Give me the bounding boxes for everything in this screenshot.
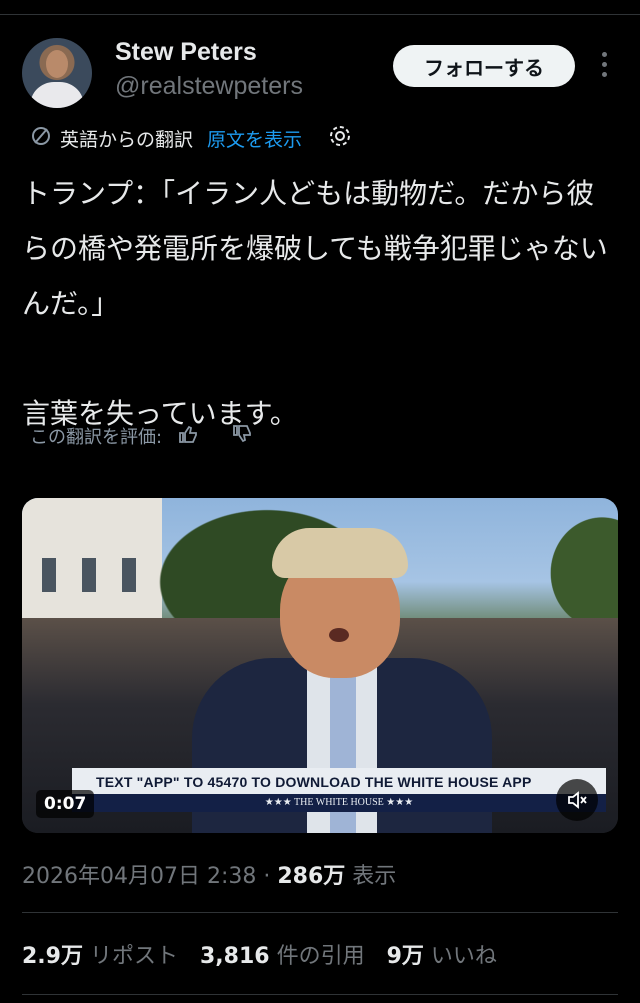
more-vertical-icon[interactable]: [596, 52, 612, 82]
divider: [22, 994, 618, 995]
video-banner: TEXT "APP" TO 45470 TO DOWNLOAD THE WHIT…: [72, 768, 606, 812]
quote-label: 件の引用: [269, 944, 365, 969]
likes-stat[interactable]: 9万 いいね: [387, 938, 497, 970]
translate-icon: [30, 125, 52, 152]
thumbs-down-icon[interactable]: [230, 422, 254, 451]
video-banner-text: TEXT "APP" TO 45470 TO DOWNLOAD THE WHIT…: [96, 774, 532, 790]
meta-separator: ·: [256, 864, 278, 889]
tweet-text: トランプ：「イラン人どもは動物だ。だから彼らの橋や発電所を爆破しても戦争犯罪じゃ…: [22, 177, 608, 430]
repost-count: 2.9万: [22, 944, 83, 969]
video-player[interactable]: TEXT "APP" TO 45470 TO DOWNLOAD THE WHIT…: [22, 498, 618, 833]
timestamp[interactable]: 2026年04月07日 2:38: [22, 864, 256, 889]
view-count: 286万: [277, 864, 346, 889]
rate-translation-row: この翻訳を評価:: [30, 420, 254, 452]
tweet-meta: 2026年04月07日 2:38 · 286万 表示: [22, 858, 396, 890]
thumbs-up-icon[interactable]: [176, 422, 200, 451]
avatar[interactable]: [22, 38, 92, 108]
mute-icon[interactable]: [556, 779, 598, 821]
like-count: 9万: [386, 944, 424, 969]
gear-icon[interactable]: [328, 124, 352, 153]
engagement-stats: 2.9万 リポスト 3,816 件の引用 9万 いいね: [22, 938, 519, 970]
author-name[interactable]: Stew Peters: [115, 38, 257, 67]
quotes-stat[interactable]: 3,816 件の引用: [200, 938, 365, 970]
reposts-stat[interactable]: 2.9万 リポスト: [22, 938, 178, 970]
translation-bar: 英語からの翻訳 原文を表示: [30, 124, 352, 152]
avatar-shirt: [30, 82, 84, 108]
like-label: いいね: [423, 944, 497, 969]
follow-button[interactable]: フォローする: [393, 45, 575, 87]
show-original-link[interactable]: 原文を表示: [207, 125, 302, 152]
avatar-head: [46, 50, 68, 78]
video-banner-sub: ★★★ THE WHITE HOUSE ★★★: [72, 794, 606, 812]
view-label: 表示: [345, 864, 397, 889]
divider: [22, 912, 618, 913]
repost-label: リポスト: [82, 944, 178, 969]
author-handle[interactable]: @realstewpeters: [115, 72, 303, 101]
quote-count: 3,816: [199, 944, 270, 969]
translation-label: 英語からの翻訳: [60, 128, 194, 151]
rate-translation-label: この翻訳を評価:: [30, 427, 163, 448]
top-divider: [0, 14, 640, 15]
video-duration: 0:07: [36, 790, 95, 818]
